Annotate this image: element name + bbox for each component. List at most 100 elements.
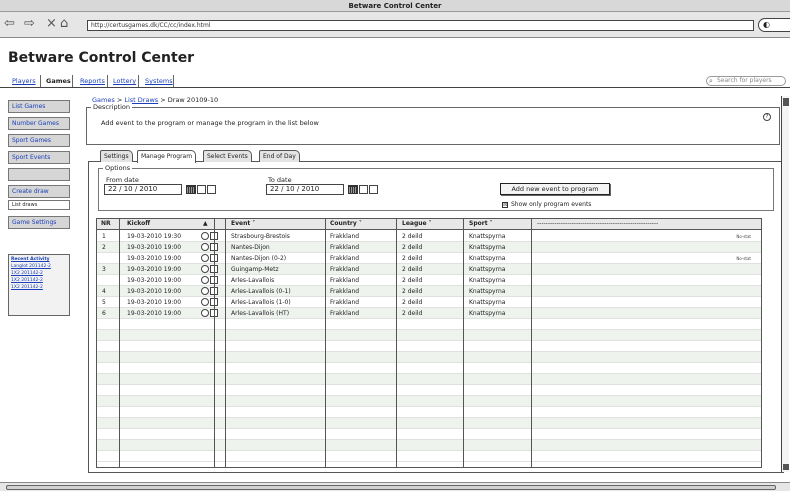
nav-divider bbox=[40, 75, 41, 87]
nav-lottery[interactable]: Lottery bbox=[113, 77, 136, 85]
column-header-league[interactable]: League ˅ bbox=[402, 220, 432, 227]
recent-activity-link[interactable]: Langlot 201142-2 bbox=[11, 264, 67, 269]
from-date-input[interactable]: 22 / 10 / 2010 bbox=[104, 184, 182, 195]
url-field[interactable]: http://certusgames.dk/CC/cc/index.html bbox=[87, 20, 754, 31]
table-row[interactable]: 3 19-03-2010 19:00 Guingamp-Metz Frakkland 2… bbox=[97, 264, 761, 275]
player-search-input[interactable]: ⌕ Search for players bbox=[706, 76, 786, 86]
row-kickoff: 19-03-2010 19:00 bbox=[127, 266, 182, 273]
help-icon[interactable]: ? bbox=[763, 113, 771, 121]
row-event: Strasbourg-Brestois bbox=[231, 233, 290, 240]
scroll-down-arrow-icon[interactable] bbox=[783, 464, 789, 470]
table-row[interactable] bbox=[97, 385, 761, 396]
row-country: Frakkland bbox=[330, 299, 360, 306]
nav-reports[interactable]: Reports bbox=[80, 77, 105, 85]
table-row[interactable]: 4 19-03-2010 19:00 Arles-Lavallois (0-1) Fr… bbox=[97, 286, 761, 297]
sidebar-item-sport-games[interactable]: Sport Games bbox=[8, 134, 70, 147]
table-row[interactable] bbox=[97, 440, 761, 451]
add-event-button[interactable]: Add new event to program bbox=[500, 183, 610, 195]
row-kickoff: 19-03-2010 19:00 bbox=[127, 310, 182, 317]
row-league: 2 deild bbox=[402, 266, 423, 273]
home-icon[interactable]: ⌂ bbox=[60, 17, 68, 31]
column-header-nr[interactable]: NR bbox=[101, 220, 111, 227]
scroll-up-arrow-icon[interactable] bbox=[783, 98, 789, 106]
column-divider bbox=[214, 219, 215, 467]
table-row[interactable]: 19-03-2010 19:00 Arles-Lavallois Frakkland… bbox=[97, 275, 761, 286]
sidebar-item-game-settings[interactable]: Game Settings bbox=[8, 216, 70, 229]
sidebar-item-create-draw[interactable]: Create draw bbox=[8, 185, 70, 198]
show-program-events-checkbox[interactable]: ☒ Show only program events bbox=[502, 201, 591, 208]
tab-end-of-day[interactable]: End of Day bbox=[259, 150, 300, 162]
back-arrow-icon[interactable]: ⇦ bbox=[4, 17, 15, 31]
sidebar-item-sport-events[interactable]: Sport Events bbox=[8, 151, 70, 164]
table-row[interactable] bbox=[97, 330, 761, 341]
to-date-input[interactable]: 22 / 10 / 2010 bbox=[266, 184, 344, 195]
table-row[interactable]: 1 19-03-2010 19:30 Strasbourg-Brestois Frak… bbox=[97, 231, 761, 242]
clock-icon[interactable] bbox=[201, 265, 209, 273]
date-picker-button[interactable] bbox=[197, 185, 206, 194]
main-nav: Players Games Reports Lottery Systems ⌕ … bbox=[0, 74, 790, 88]
column-header-kickoff[interactable]: Kickoff bbox=[127, 220, 150, 227]
clock-icon[interactable] bbox=[201, 309, 209, 317]
clock-icon[interactable] bbox=[201, 232, 209, 240]
close-icon[interactable]: × bbox=[46, 17, 57, 31]
row-sport: Knattspyrna bbox=[469, 277, 506, 284]
sort-up-icon[interactable]: ▲ bbox=[203, 220, 208, 227]
vertical-scrollbar[interactable] bbox=[781, 96, 789, 472]
row-event: Nantes-Dijon bbox=[231, 244, 270, 251]
date-picker-button[interactable] bbox=[359, 185, 368, 194]
sidebar-item-number-games[interactable]: Number Games bbox=[8, 117, 70, 130]
table-row[interactable] bbox=[97, 429, 761, 440]
row-sport: Knattspyrna bbox=[469, 233, 506, 240]
recent-activity-link[interactable]: 1X2 201142-2 bbox=[11, 278, 67, 283]
table-row[interactable]: 19-03-2010 19:00 Nantes-Dijon (0-2) Frakkl… bbox=[97, 253, 761, 264]
table-row[interactable] bbox=[97, 374, 761, 385]
clock-icon[interactable] bbox=[201, 243, 209, 251]
column-header-sport[interactable]: Sport ˅ bbox=[469, 220, 493, 227]
table-row[interactable]: 6 19-03-2010 19:00 Arles-Lavallois (HT) Fra… bbox=[97, 308, 761, 319]
tab-settings[interactable]: Settings bbox=[100, 150, 133, 162]
table-row[interactable] bbox=[97, 407, 761, 418]
description-panel: Description Add event to the program or … bbox=[86, 103, 780, 145]
browser-search-field[interactable]: ◐ bbox=[758, 18, 790, 32]
horizontal-scrollbar[interactable] bbox=[0, 482, 790, 491]
sidebar-item-blank[interactable] bbox=[8, 168, 70, 181]
column-header-country[interactable]: Country ˅ bbox=[330, 220, 362, 227]
column-header-event[interactable]: Event ˅ bbox=[231, 220, 255, 227]
clock-icon[interactable] bbox=[201, 298, 209, 306]
table-row[interactable] bbox=[97, 418, 761, 429]
calendar-icon[interactable] bbox=[348, 185, 358, 194]
clock-icon[interactable] bbox=[201, 276, 209, 284]
recent-activity-link[interactable]: 1X2 201142-2 bbox=[11, 285, 67, 290]
clock-icon[interactable] bbox=[201, 254, 209, 262]
row-event: Arles-Lavallois (HT) bbox=[231, 310, 290, 317]
table-row[interactable] bbox=[97, 363, 761, 374]
row-league: 2 deild bbox=[402, 244, 423, 251]
row-sport: Knattspyrna bbox=[469, 288, 506, 295]
recent-activity-link[interactable]: 1X2 201142-2 bbox=[11, 271, 67, 276]
table-row[interactable] bbox=[97, 352, 761, 363]
date-picker-button[interactable] bbox=[207, 185, 216, 194]
forward-arrow-icon[interactable]: ⇨ bbox=[24, 17, 35, 31]
tab-select-events[interactable]: Select Events bbox=[203, 150, 252, 162]
table-row[interactable] bbox=[97, 341, 761, 352]
table-row[interactable] bbox=[97, 396, 761, 407]
table-row[interactable] bbox=[97, 451, 761, 462]
nav-players[interactable]: Players bbox=[12, 77, 36, 85]
nav-systems[interactable]: Systems bbox=[145, 77, 173, 85]
search-icon: ◐ bbox=[763, 20, 770, 29]
table-row[interactable] bbox=[97, 319, 761, 330]
column-divider bbox=[119, 219, 120, 467]
checkbox-label: Show only program events bbox=[511, 201, 592, 208]
row-country: Frakkland bbox=[330, 233, 360, 240]
table-row[interactable]: 2 19-03-2010 19:00 Nantes-Dijon Frakkland 2 … bbox=[97, 242, 761, 253]
table-row[interactable]: 5 19-03-2010 19:00 Arles-Lavallois (1-0) Fr… bbox=[97, 297, 761, 308]
clock-icon[interactable] bbox=[201, 287, 209, 295]
nav-games[interactable]: Games bbox=[46, 77, 71, 85]
calendar-icon[interactable] bbox=[186, 185, 196, 194]
checkbox-checked-icon[interactable]: ☒ bbox=[502, 201, 508, 208]
date-picker-button[interactable] bbox=[369, 185, 378, 194]
tab-manage-program[interactable]: Manage Program bbox=[137, 150, 197, 163]
scrollbar-thumb[interactable] bbox=[6, 485, 776, 490]
sidebar-item-list-games[interactable]: List Games bbox=[8, 100, 70, 113]
sidebar-item-list-draws[interactable]: List draws bbox=[8, 200, 70, 210]
